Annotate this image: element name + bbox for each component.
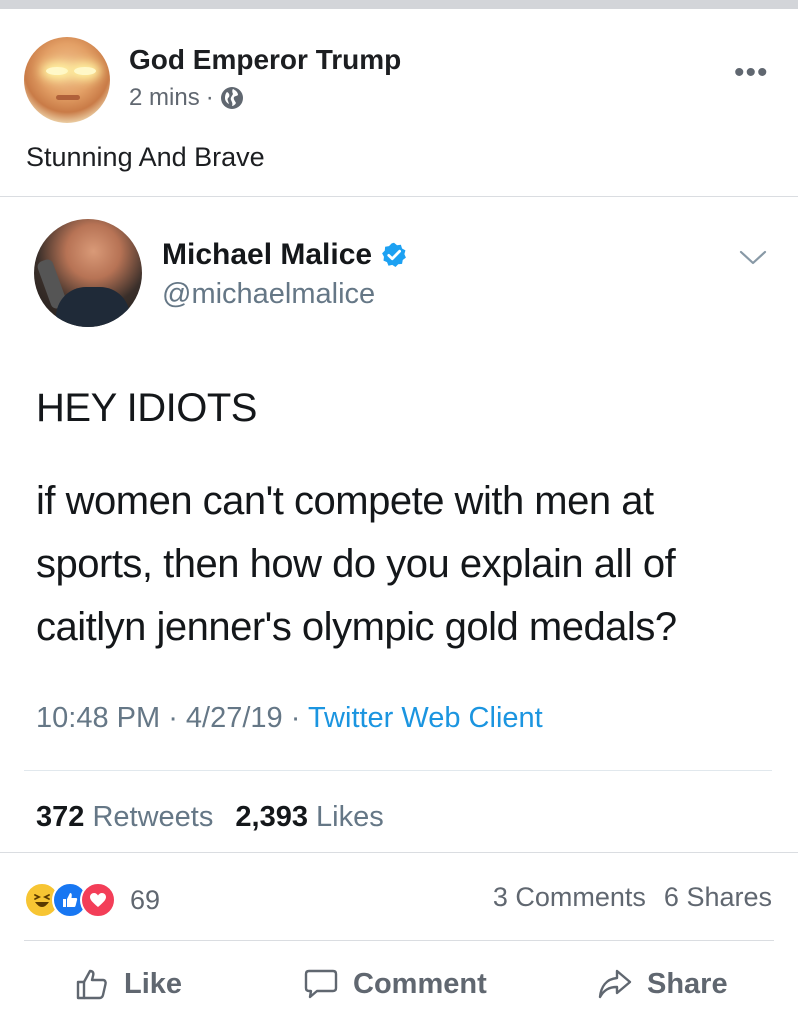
shares-count[interactable]: 6 Shares bbox=[664, 882, 772, 912]
poster-avatar[interactable] bbox=[24, 37, 110, 123]
avatar-mouth bbox=[56, 95, 80, 100]
love-icon bbox=[80, 882, 116, 918]
verified-badge-icon bbox=[382, 242, 406, 268]
embed-bottom-divider bbox=[0, 852, 798, 853]
meta-separator: · bbox=[205, 84, 214, 111]
comment-bubble-icon bbox=[304, 969, 338, 999]
actions-divider bbox=[24, 940, 774, 941]
likes-label[interactable]: Likes bbox=[316, 801, 384, 833]
tweet-client-link[interactable]: Twitter Web Client bbox=[308, 702, 543, 734]
tweet-stats: 372 Retweets 2,393 Likes bbox=[36, 801, 384, 834]
tweet-time[interactable]: 10:48 PM bbox=[36, 702, 160, 734]
post-divider bbox=[0, 196, 798, 197]
comments-count[interactable]: 3 Comments bbox=[493, 882, 646, 912]
avatar-shirt bbox=[56, 287, 130, 327]
action-bar: Like Comment Share bbox=[0, 958, 798, 1010]
tweet-meta-sep: · bbox=[160, 702, 186, 734]
share-button[interactable]: Share bbox=[597, 958, 728, 1010]
tweet-author-avatar[interactable] bbox=[34, 219, 142, 327]
tweet-author-name-text: Michael Malice bbox=[162, 238, 373, 271]
tweet-author-name[interactable]: Michael Malice bbox=[162, 238, 408, 272]
tweet-divider bbox=[24, 770, 772, 771]
retweets-label[interactable]: Retweets bbox=[92, 801, 213, 833]
tweet-author-handle[interactable]: @michaelmalice bbox=[162, 278, 375, 311]
chevron-down-icon[interactable] bbox=[738, 248, 768, 268]
post-meta: 2 mins · bbox=[129, 84, 244, 112]
tweet-date[interactable]: 4/27/19 bbox=[186, 702, 283, 734]
share-button-label: Share bbox=[647, 967, 728, 1000]
tweet-meta-sep: · bbox=[282, 702, 308, 734]
post-caption: Stunning And Brave bbox=[26, 142, 265, 172]
like-button-label: Like bbox=[124, 967, 183, 1000]
comment-button[interactable]: Comment bbox=[303, 958, 487, 1010]
like-button[interactable]: Like bbox=[74, 958, 182, 1010]
globe-icon[interactable] bbox=[220, 86, 244, 110]
tweet-body: if women can't compete with men at sport… bbox=[36, 479, 677, 649]
glowing-eye-left bbox=[46, 67, 68, 75]
tweet-headline: HEY IDIOTS bbox=[36, 386, 257, 430]
reactions-summary[interactable]: 69 bbox=[24, 880, 160, 920]
likes-count[interactable]: 2,393 bbox=[235, 801, 308, 833]
top-bar bbox=[0, 0, 798, 9]
retweets-count[interactable]: 372 bbox=[36, 801, 84, 833]
glowing-eye-right bbox=[74, 67, 96, 75]
more-options-icon[interactable]: ••• bbox=[734, 58, 769, 88]
tweet-meta: 10:48 PM · 4/27/19 · Twitter Web Client bbox=[36, 702, 543, 735]
poster-name[interactable]: God Emperor Trump bbox=[129, 44, 401, 76]
post-time[interactable]: 2 mins bbox=[129, 84, 200, 112]
share-arrow-icon bbox=[598, 969, 632, 999]
comment-button-label: Comment bbox=[353, 967, 487, 1000]
reaction-count[interactable]: 69 bbox=[130, 885, 160, 916]
thumbs-up-icon bbox=[76, 969, 107, 1000]
comments-shares-summary: 3 Comments 6 Shares bbox=[493, 882, 772, 913]
